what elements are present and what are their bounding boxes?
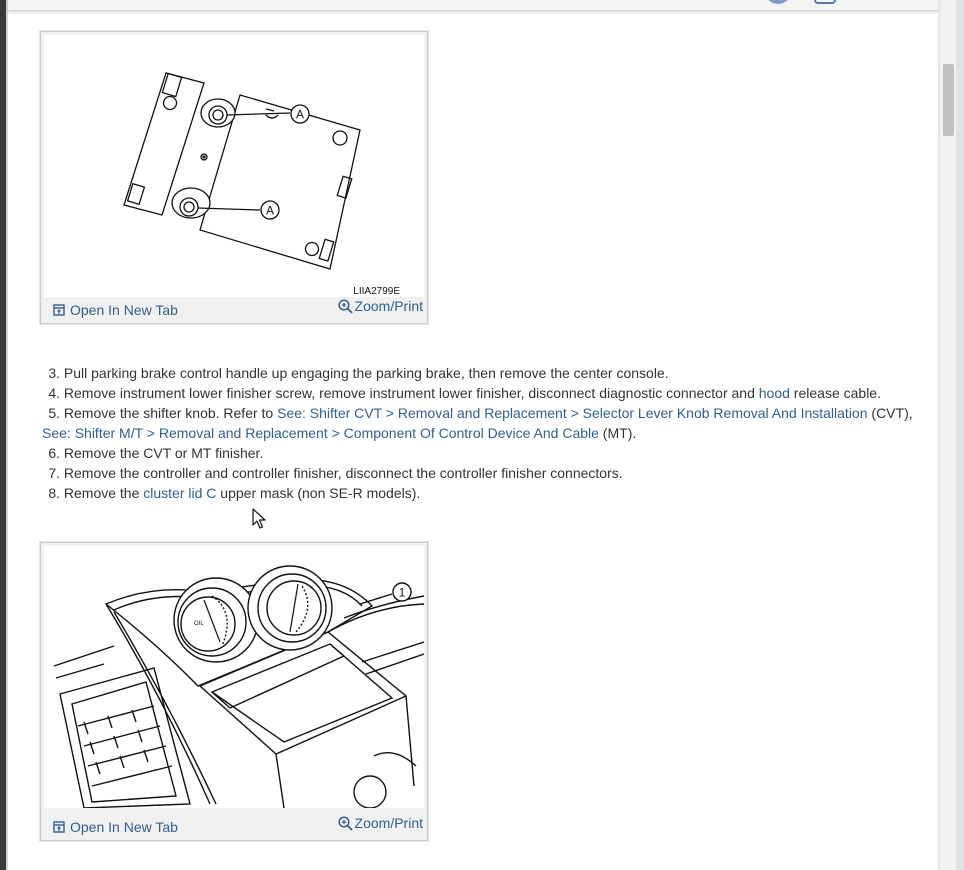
shifter-cvt-link[interactable]: See: Shifter CVT > Removal and Replaceme… bbox=[277, 405, 867, 421]
zoom-print-link[interactable]: Zoom/Print bbox=[337, 298, 423, 315]
mouse-cursor-icon bbox=[252, 508, 266, 529]
procedure-steps: 3. Pull parking brake control handle up … bbox=[42, 363, 922, 503]
open-in-new-tab-link[interactable]: Open In New Tab bbox=[53, 302, 178, 318]
figure-2: OIL 1 Open In New Tab Zoom/Print bbox=[40, 542, 428, 841]
scrollbar-thumb[interactable] bbox=[943, 64, 954, 136]
zoom-in-icon bbox=[337, 816, 353, 831]
figure-2-image: OIL 1 bbox=[44, 546, 425, 809]
step-number: 8. bbox=[48, 485, 60, 501]
shifter-mt-link[interactable]: See: Shifter M/T > Removal and Replaceme… bbox=[42, 425, 599, 441]
cluster-lid-c-link[interactable]: cluster lid C bbox=[143, 485, 216, 501]
step-text: Remove instrument lower finisher screw, … bbox=[63, 385, 759, 401]
zoom-print-link[interactable]: Zoom/Print bbox=[337, 815, 423, 832]
step-number: 5. bbox=[48, 405, 60, 421]
right-window-edge bbox=[956, 0, 964, 870]
step-text: upper mask (non SE-R models). bbox=[216, 485, 421, 501]
hood-link[interactable]: hood bbox=[759, 385, 790, 401]
step-number: 3. bbox=[48, 365, 60, 381]
top-toolbar bbox=[8, 0, 938, 11]
avatar[interactable] bbox=[764, 0, 792, 4]
zoom-print-label: Zoom/Print bbox=[354, 815, 423, 831]
step-7: 7. Remove the controller and controller … bbox=[42, 463, 922, 483]
step-text: Remove the controller and controller fin… bbox=[63, 465, 623, 481]
step-8: 8. Remove the cluster lid C upper mask (… bbox=[42, 483, 922, 503]
step-text: Pull parking brake control handle up eng… bbox=[63, 365, 669, 381]
callout-1: 1 bbox=[399, 586, 406, 600]
step-6: 6. Remove the CVT or MT finisher. bbox=[42, 443, 922, 463]
figure-code: LIIA2799E bbox=[353, 286, 400, 297]
step-text: Remove the bbox=[63, 485, 144, 501]
step-3: 3. Pull parking brake control handle up … bbox=[42, 363, 922, 383]
step-text: (MT). bbox=[598, 425, 637, 441]
figure-1-image: A A LIIA2799E bbox=[44, 35, 424, 297]
open-in-new-tab-icon bbox=[53, 821, 65, 833]
figure-1: A A LIIA2799E Open In New Tab Zoom/Print bbox=[40, 31, 428, 324]
zoom-print-label: Zoom/Print bbox=[354, 298, 423, 314]
open-in-new-tab-icon bbox=[53, 304, 65, 316]
open-in-new-tab-label: Open In New Tab bbox=[70, 819, 178, 835]
instrument-panel-diagram: OIL 1 bbox=[53, 565, 425, 809]
callout-a-bottom: A bbox=[266, 204, 274, 218]
open-in-new-tab-label: Open In New Tab bbox=[70, 302, 178, 318]
step-text: (CVT), bbox=[867, 405, 913, 421]
step-number: 7. bbox=[48, 465, 60, 481]
step-number: 6. bbox=[48, 445, 60, 461]
step-5: 5. Remove the shifter knob. Refer to See… bbox=[42, 403, 922, 423]
left-window-border bbox=[6, 0, 8, 870]
step-4: 4. Remove instrument lower finisher scre… bbox=[42, 383, 922, 403]
step-5-continued: See: Shifter M/T > Removal and Replaceme… bbox=[42, 423, 922, 443]
step-text: Remove the CVT or MT finisher. bbox=[63, 445, 264, 461]
step-text: Remove the shifter knob. Refer to bbox=[63, 405, 278, 421]
zoom-in-icon bbox=[337, 299, 353, 314]
open-in-new-tab-link[interactable]: Open In New Tab bbox=[53, 819, 178, 835]
step-text: release cable. bbox=[789, 385, 881, 401]
callout-a-top: A bbox=[296, 108, 304, 122]
oil-gauge-label: OIL bbox=[194, 621, 204, 627]
menu-icon[interactable] bbox=[814, 0, 836, 4]
step-number: 4. bbox=[48, 385, 60, 401]
bracket-diagram: A A LIIA2799E bbox=[123, 72, 400, 297]
